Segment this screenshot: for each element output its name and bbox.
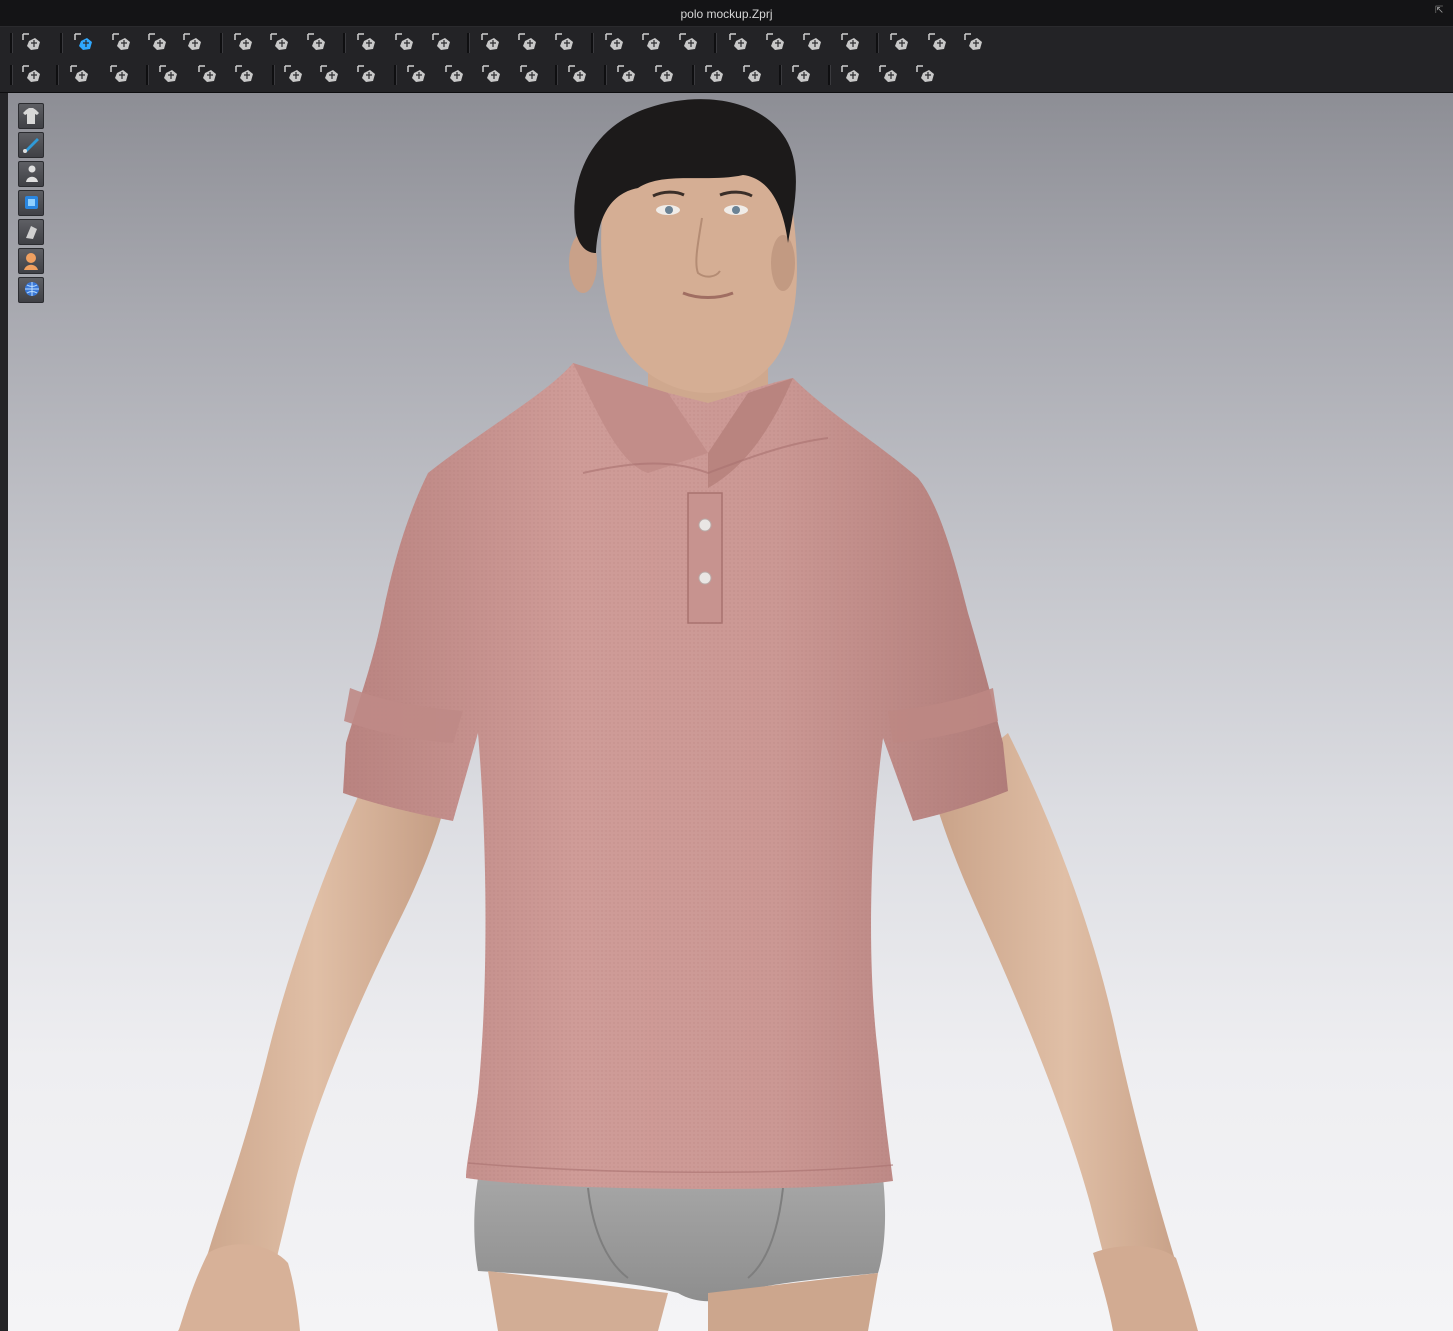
- 3d-viewport[interactable]: [8, 93, 1453, 1331]
- toolbar-separator: [10, 33, 13, 53]
- pin-icon[interactable]: [801, 31, 825, 55]
- simulate-icon[interactable]: [20, 31, 44, 55]
- select-box-icon[interactable]: [110, 31, 134, 55]
- left-arm: [183, 733, 448, 1331]
- tape-icon[interactable]: [926, 31, 950, 55]
- gradient-icon[interactable]: [741, 63, 765, 87]
- lock-icon[interactable]: [518, 63, 542, 87]
- trim-icon[interactable]: [703, 63, 727, 87]
- toolbar-separator: [591, 33, 594, 53]
- symmetry-icon[interactable]: [516, 31, 540, 55]
- seam-icon[interactable]: [157, 63, 181, 87]
- show-environment-icon[interactable]: [18, 277, 44, 303]
- tack-down-icon[interactable]: [640, 31, 664, 55]
- fold-icon[interactable]: [393, 31, 417, 55]
- layer-icon[interactable]: [764, 31, 788, 55]
- toolbar-separator: [60, 33, 63, 53]
- arrange-icon[interactable]: [479, 31, 503, 55]
- shirt-texture-icon[interactable]: [355, 63, 379, 87]
- garment-icon[interactable]: [877, 63, 901, 87]
- viewport-left-border: [0, 93, 8, 1331]
- fold-arrange-icon[interactable]: [108, 63, 132, 87]
- undock-icon[interactable]: ⇱: [1435, 6, 1445, 16]
- right-hand: [1093, 1246, 1198, 1331]
- walk-icon[interactable]: [20, 63, 44, 87]
- pattern-icon[interactable]: [430, 31, 454, 55]
- show-skin-icon[interactable]: [18, 248, 44, 274]
- style-icon[interactable]: [914, 63, 938, 87]
- avatar-icon[interactable]: [553, 31, 577, 55]
- toolbar-separator: [876, 33, 879, 53]
- transform-pattern-icon[interactable]: [72, 31, 96, 55]
- left-hand: [178, 1244, 300, 1331]
- tack-up-icon[interactable]: [603, 31, 627, 55]
- puckering-icon[interactable]: [615, 63, 639, 87]
- window-titlebar: polo mockup.Zprj ⇱: [0, 0, 1453, 27]
- show-pattern-icon[interactable]: [18, 132, 44, 158]
- show-fabric-icon[interactable]: [18, 190, 44, 216]
- ruler-icon[interactable]: [962, 31, 986, 55]
- show-avatar-icon[interactable]: [18, 161, 44, 187]
- edit-pattern-icon[interactable]: [181, 31, 205, 55]
- add-point-icon[interactable]: [268, 31, 292, 55]
- window-title: polo mockup.Zprj: [680, 7, 773, 21]
- toolbar-separator: [394, 65, 397, 85]
- toolbar-separator: [779, 65, 782, 85]
- buttonhole-icon[interactable]: [443, 63, 467, 87]
- pin-box-icon[interactable]: [839, 31, 863, 55]
- toolbar-separator: [692, 65, 695, 85]
- curve-point-icon[interactable]: [305, 31, 329, 55]
- toolbar-separator: [343, 33, 346, 53]
- transform-box-icon[interactable]: [146, 31, 170, 55]
- show-garment-icon[interactable]: [18, 103, 44, 129]
- toolbar-separator: [467, 33, 470, 53]
- toolbar-separator: [272, 65, 275, 85]
- texture-icon[interactable]: [282, 63, 306, 87]
- polo-button: [698, 571, 712, 585]
- show-trim-icon[interactable]: [18, 219, 44, 245]
- avatar-model: [178, 99, 1198, 1331]
- toolbar-row-2: [0, 59, 1453, 93]
- brush-icon[interactable]: [68, 63, 92, 87]
- toolbar-separator: [10, 65, 13, 85]
- polo-button: [698, 518, 712, 532]
- zipper-icon[interactable]: [566, 63, 590, 87]
- toolbar-separator: [220, 33, 223, 53]
- right-arm: [933, 733, 1198, 1331]
- topstitch-icon[interactable]: [839, 63, 863, 87]
- toolbar-separator: [555, 65, 558, 85]
- shrink-icon[interactable]: [790, 63, 814, 87]
- graphic-icon[interactable]: [653, 63, 677, 87]
- toolbar-separator: [828, 65, 831, 85]
- polo-placket: [687, 492, 723, 624]
- toolbar-separator: [604, 65, 607, 85]
- line-icon[interactable]: [480, 63, 504, 87]
- measure-icon[interactable]: [888, 31, 912, 55]
- toolbar-separator: [146, 65, 149, 85]
- toolbar-row-1: [0, 27, 1453, 59]
- fill-icon[interactable]: [318, 63, 342, 87]
- push-down-icon[interactable]: [677, 31, 701, 55]
- button-icon[interactable]: [405, 63, 429, 87]
- toolbar-separator: [714, 33, 717, 53]
- edit-point-icon[interactable]: [232, 31, 256, 55]
- layer-up-icon[interactable]: [727, 31, 751, 55]
- cut-line-icon[interactable]: [355, 31, 379, 55]
- copy-icon[interactable]: [233, 63, 257, 87]
- toolbar-separator: [56, 65, 59, 85]
- curve-seam-icon[interactable]: [196, 63, 220, 87]
